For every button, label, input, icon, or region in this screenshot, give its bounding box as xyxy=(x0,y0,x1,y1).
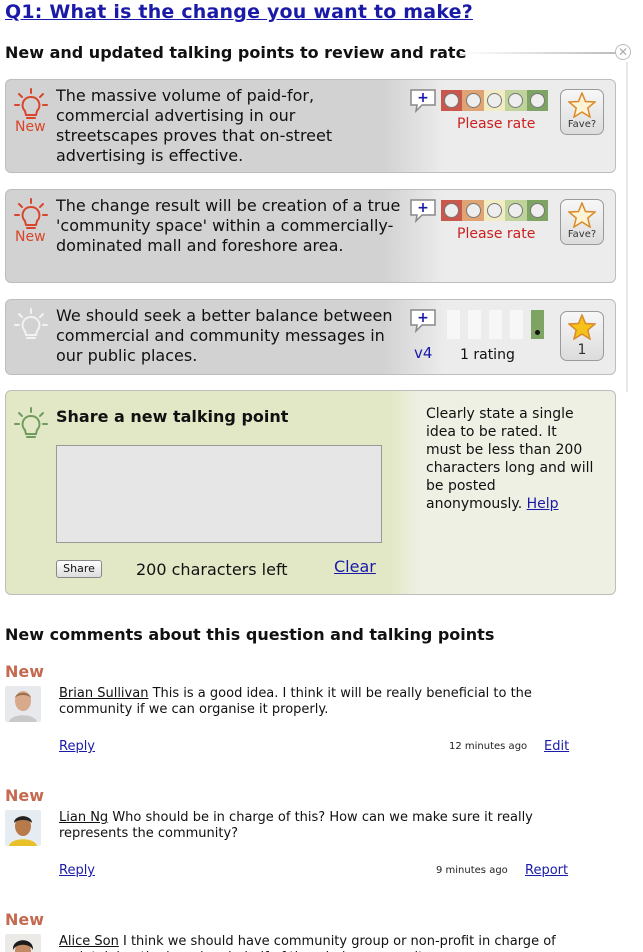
share-title: Share a new talking point xyxy=(56,407,289,426)
rating-scale xyxy=(441,90,549,111)
add-comment-icon[interactable]: + xyxy=(408,88,438,114)
fave-label: Fave? xyxy=(567,229,597,240)
reply-link[interactable]: Reply xyxy=(59,739,95,754)
edit-link[interactable]: Edit xyxy=(544,739,569,754)
rating-option-5[interactable] xyxy=(526,90,549,111)
fave-count: 1 xyxy=(577,342,587,358)
share-button[interactable]: Share xyxy=(56,560,102,578)
add-comment-icon[interactable]: + xyxy=(408,198,438,224)
share-talking-point-panel: Share a new talking point Share 200 char… xyxy=(5,390,616,595)
rating-bar-3 xyxy=(489,310,502,339)
comment-author[interactable]: Lian Ng xyxy=(59,810,108,825)
star-icon xyxy=(568,314,596,340)
talking-point-text: The massive volume of paid-for, commerci… xyxy=(56,86,333,165)
heading-divider xyxy=(460,52,620,54)
svg-text:+: + xyxy=(417,200,429,216)
comment-time: 9 minutes ago xyxy=(436,865,508,876)
comment-author[interactable]: Brian Sullivan xyxy=(59,686,148,701)
rating-histogram xyxy=(446,310,546,340)
comment-text: Brian Sullivan This is a good idea. I th… xyxy=(59,686,579,718)
talking-point-card: New The massive volume of paid-for, comm… xyxy=(5,79,616,173)
fave-button[interactable]: 1 xyxy=(560,311,604,361)
new-badge: New xyxy=(5,662,45,681)
share-help-text: Clearly state a single idea to be rated.… xyxy=(426,405,596,513)
talking-point-textarea[interactable] xyxy=(56,445,382,543)
talking-point-card: New The change result will be creation o… xyxy=(5,189,616,283)
rate-prompt: Please rate xyxy=(457,226,536,242)
rating-option-3[interactable] xyxy=(483,200,506,221)
rating-bar-2 xyxy=(468,310,481,339)
fave-button[interactable]: Fave? xyxy=(560,89,604,135)
comment-text: Alice Son I think we should have communi… xyxy=(59,934,579,952)
question-title[interactable]: Q1: What is the change you want to make? xyxy=(5,1,473,23)
rating-option-3[interactable] xyxy=(483,90,506,111)
review-heading: New and updated talking points to review… xyxy=(5,43,467,62)
comment-author[interactable]: Alice Son xyxy=(59,934,119,949)
rating-option-4[interactable] xyxy=(505,90,527,111)
comment-item: New Lian Ng Who should be in charge of t… xyxy=(5,786,625,886)
rating-option-5[interactable] xyxy=(526,200,549,221)
comment-text: Lian Ng Who should be in charge of this?… xyxy=(59,810,579,842)
rating-bar-1 xyxy=(447,310,460,339)
your-rating-dot xyxy=(535,330,540,335)
comments-heading: New comments about this question and tal… xyxy=(5,625,495,644)
new-badge: New xyxy=(15,229,46,245)
characters-left: 200 characters left xyxy=(136,560,288,579)
rating-option-4[interactable] xyxy=(505,200,527,221)
rating-bar-4 xyxy=(510,310,523,339)
help-link[interactable]: Help xyxy=(527,496,559,512)
svg-text:+: + xyxy=(417,90,429,106)
talking-point-text: The change result will be creation of a … xyxy=(56,196,401,255)
fave-label: Fave? xyxy=(567,119,597,130)
help-description: Clearly state a single idea to be rated.… xyxy=(426,406,594,512)
new-badge: New xyxy=(5,786,45,805)
rating-option-1[interactable] xyxy=(441,90,463,111)
svg-text:+: + xyxy=(417,310,429,326)
rating-option-2[interactable] xyxy=(462,90,484,111)
clear-link[interactable]: Clear xyxy=(334,557,376,576)
close-icon[interactable]: ✕ xyxy=(615,44,631,60)
add-comment-icon[interactable]: + xyxy=(408,308,438,334)
lightbulb-icon xyxy=(14,407,48,438)
comment-item: New Brian Sullivan This is a good idea. … xyxy=(5,662,625,762)
rating-scale xyxy=(441,200,549,221)
comment-time: 12 minutes ago xyxy=(449,741,528,752)
avatar xyxy=(5,934,41,952)
rate-prompt: Please rate xyxy=(457,116,536,132)
avatar xyxy=(5,686,41,722)
rating-bar-5 xyxy=(531,310,544,339)
comment-body: Who should be in charge of this? How can… xyxy=(59,810,533,841)
fave-button[interactable]: Fave? xyxy=(560,199,604,245)
avatar xyxy=(5,810,41,846)
panel-edge xyxy=(626,62,628,392)
rating-option-1[interactable] xyxy=(441,200,463,221)
report-link[interactable]: Report xyxy=(525,863,568,878)
new-badge: New xyxy=(5,910,45,929)
new-badge: New xyxy=(15,119,46,135)
reply-link[interactable]: Reply xyxy=(59,863,95,878)
lightbulb-icon xyxy=(14,308,48,339)
talking-point-card: We should seek a better balance between … xyxy=(5,299,616,375)
version-link[interactable]: v4 xyxy=(414,344,432,362)
talking-point-text: We should seek a better balance between … xyxy=(56,306,393,365)
rating-option-2[interactable] xyxy=(462,200,484,221)
star-icon xyxy=(568,202,596,228)
comment-body: I think we should have community group o… xyxy=(59,934,556,952)
comment-item: New Alice Son I think we should have com… xyxy=(5,910,625,952)
star-icon xyxy=(568,92,596,118)
rating-count: 1 rating xyxy=(460,347,515,363)
